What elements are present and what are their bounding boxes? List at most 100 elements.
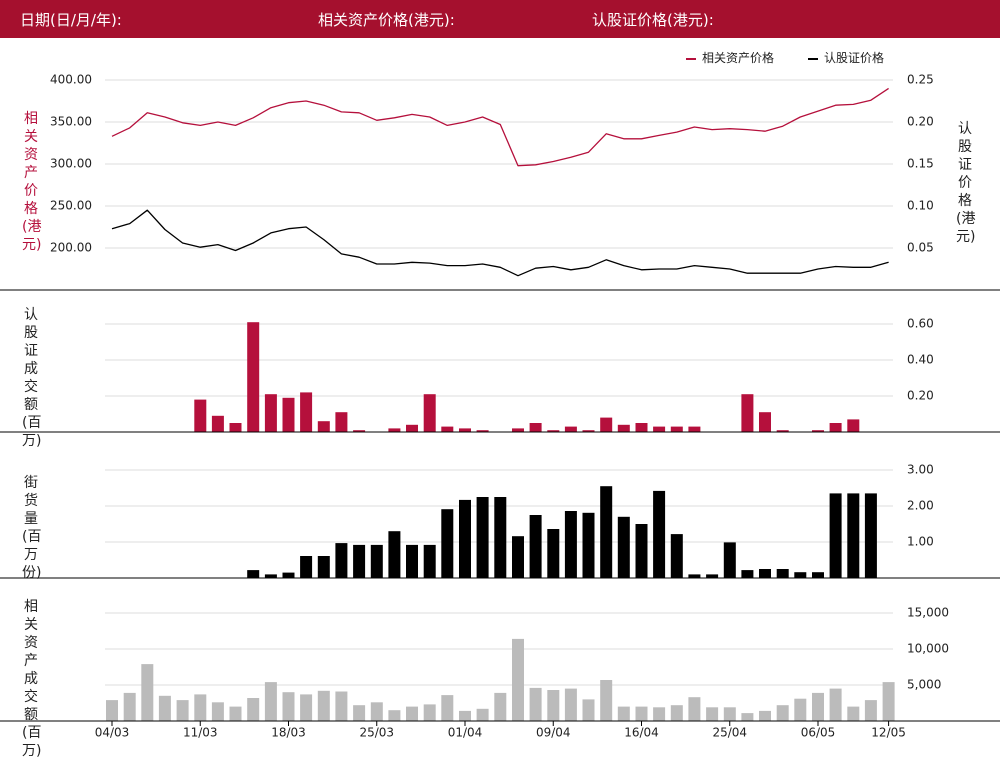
outstanding-bar [582,512,595,578]
asset-turnover-bar [406,706,418,721]
outstanding-bar [317,556,330,578]
asset-turnover-bar [653,707,666,721]
outstanding-bar [388,531,401,578]
outstanding-bar [441,509,454,578]
outstanding-bar [617,516,630,578]
asset-turnover-bar [512,638,524,721]
legend-label-asset: 相关资产价格 [702,51,775,65]
asset-turnover-bar [353,705,366,721]
warrant-turnover-bar [194,399,207,432]
warrant-turnover-bar [211,415,224,432]
outstanding-bar [370,544,383,578]
y-tick-label-outstanding: 2.00 [907,499,934,513]
outstanding-bar [564,511,577,578]
outstanding-bar [864,493,877,578]
warrant-turnover-bar [600,417,613,432]
y-axis-title-warrant-turnover: 认股证成交额(百万) [22,307,42,449]
outstanding-bar [529,515,542,578]
asset-turnover-bar [688,697,701,721]
outstanding-bar [600,486,613,578]
warrant-price-label: 认股证价格(港元): [592,11,714,29]
y-tick-label-asset-price: 200.00 [50,241,92,255]
asset-turnover-bar [388,710,401,721]
outstanding-bar [688,574,701,578]
outstanding-bar [670,534,683,578]
asset-turnover-bar [547,690,560,721]
x-tick-label: 25/03 [359,726,394,740]
legend-swatch-warrant [808,57,818,60]
asset-turnover-bar [529,687,542,721]
warrant-turnover-bar [459,428,471,432]
y-tick-label-outstanding: 1.00 [907,535,934,549]
y-tick-label-warrant-price: 0.15 [907,157,934,171]
asset-turnover-bar [794,698,807,721]
asset-turnover-bar [741,713,754,721]
y-tick-label-asset-price: 300.00 [50,157,92,171]
asset-turnover-bar [600,680,613,721]
asset-turnover-bar [317,690,330,721]
outstanding-bar [353,544,366,578]
y-axis-title-warrant-price: 认股证价格(港元) [956,121,976,245]
y-axis-title-asset-turnover: 相关资产成交额(百万) [22,599,42,759]
warrant-turnover-bar [688,426,701,432]
outstanding-bar [706,574,719,578]
y-tick-label-warrant-price: 0.05 [907,241,934,255]
warrant-turnover-bar [247,322,260,432]
warrant-turnover-bar [282,397,295,432]
asset-turnover-bar [706,707,719,721]
asset-turnover-bar [723,707,736,721]
asset-turnover-bar [564,688,577,721]
outstanding-bar [829,493,842,578]
asset-turnover-bar [176,700,189,721]
asset-turnover-bar [106,700,118,721]
asset-turnover-bar [494,692,507,721]
warrant-turnover-bar [300,392,313,432]
warrant-turnover-bar [653,426,666,432]
x-tick-label: 25/04 [712,726,747,740]
warrant-turnover-bar [335,412,348,432]
asset-turnover-bar [158,695,171,721]
y-tick-label-warrant-price: 0.20 [907,115,934,129]
asset-price-label: 相关资产价格(港元): [318,11,455,29]
outstanding-bar [494,497,507,578]
warrant-turnover-bar [847,419,860,432]
outstanding-bar [794,572,807,578]
warrant-turnover-bar [317,421,330,432]
warrant-turnover-bar [564,426,577,432]
asset-turnover-bar [370,702,383,721]
warrant-turnover-bar [423,394,436,432]
warrant-turnover-bar [670,426,683,432]
asset-turnover-bar [194,694,207,721]
y-axis-title-asset-price: 相关资产价格(港元) [22,111,42,253]
warrant-turnover-bar [512,428,524,432]
y-tick-label-warrant-turnover: 0.60 [907,317,934,331]
x-tick-label: 11/03 [183,726,218,740]
warrant-turnover-bar [441,426,454,432]
y-tick-label-warrant-turnover: 0.20 [907,389,934,403]
asset-turnover-bar [300,694,313,721]
asset-turnover-bar [670,705,683,721]
outstanding-bar [476,497,489,578]
y-tick-label-asset-price: 250.00 [50,199,92,213]
asset-turnover-bar [459,710,471,721]
y-axis-title-outstanding: 街货量(百万份) [22,475,42,581]
asset-turnover-bar [882,682,895,721]
asset-turnover-bar [211,702,224,721]
asset-turnover-bar [847,706,860,721]
asset-turnover-bar [247,698,260,721]
legend-warrant-price: 认股证价格 [808,49,884,66]
asset-turnover-bar [141,664,154,721]
asset-turnover-bar [264,682,277,721]
chart-area: 400.00 350.00 300.00 250.00 200.00 0.25 0.20 0.… [0,73,1000,740]
legend-asset-price: 相关资产价格 [686,49,774,66]
date-label: 日期(日/月/年): [20,11,122,29]
warrant-turnover-bar [229,423,242,432]
asset-turnover-bar [812,692,824,721]
outstanding-bar [247,570,260,578]
asset-turnover-bar [441,695,454,721]
asset-turnover-bar [123,692,136,721]
warrant-turnover-bar [741,394,754,432]
legend-label-warrant: 认股证价格 [824,51,885,65]
asset-turnover-bar [864,700,877,721]
y-tick-label-warrant-price: 0.10 [907,199,934,213]
